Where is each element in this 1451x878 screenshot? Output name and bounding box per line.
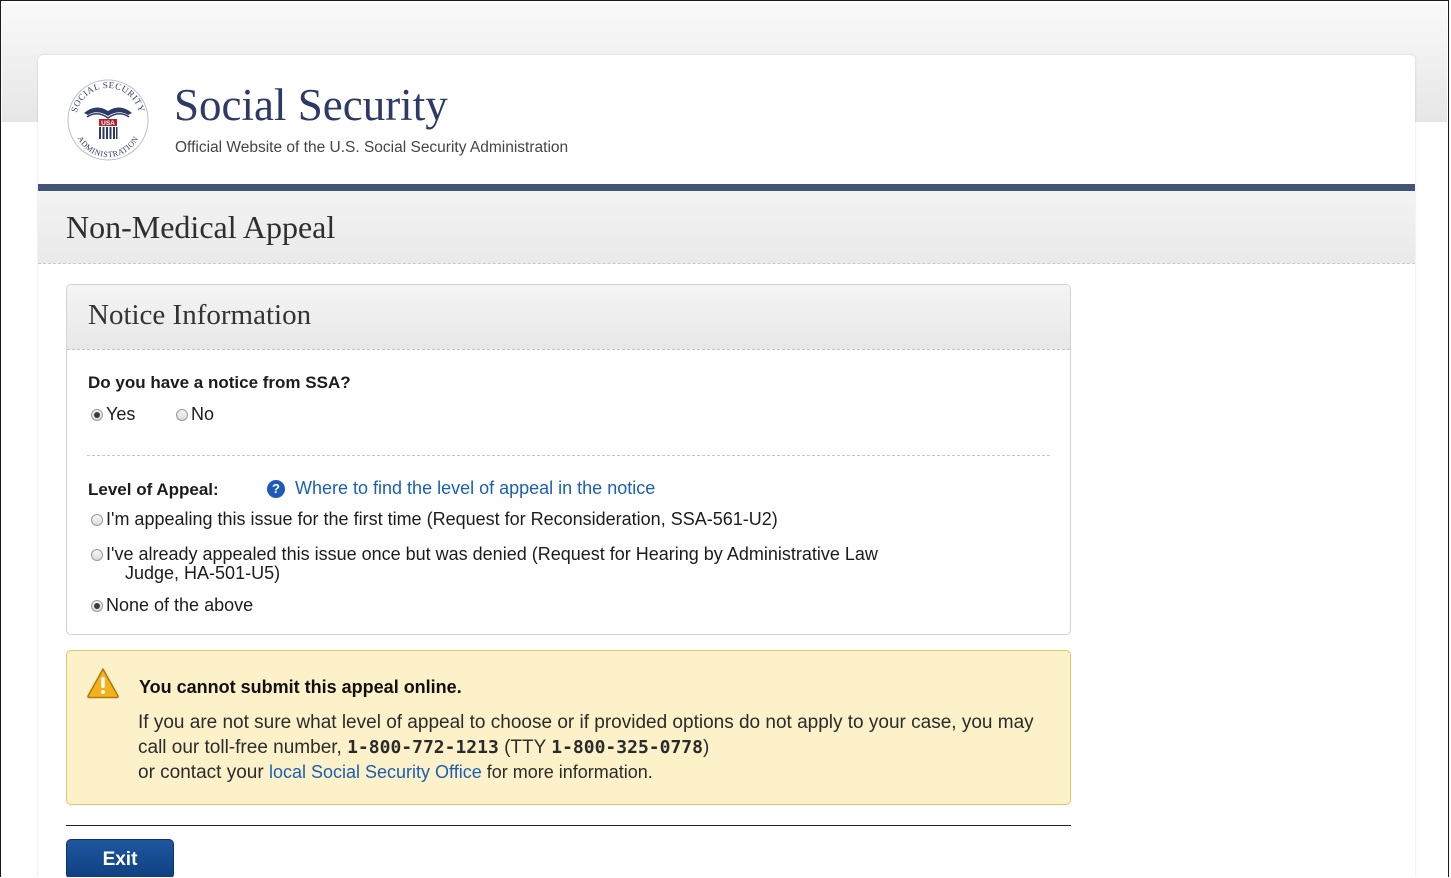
appeal-none-option[interactable]: None of the above xyxy=(91,595,253,616)
level-of-appeal-label: Level of Appeal: xyxy=(88,480,219,499)
notice-question-label: Do you have a notice from SSA? xyxy=(88,373,351,392)
toll-free-phone: 1-800-772-1213 xyxy=(347,737,499,758)
appeal-first-time-radio[interactable] xyxy=(91,513,103,526)
ssa-seal-icon: SOCIAL SECURITY ADMINISTRATION USA xyxy=(67,79,149,161)
exit-button[interactable]: Exit xyxy=(66,839,174,877)
page-card: SOCIAL SECURITY ADMINISTRATION USA Socia… xyxy=(38,55,1415,877)
site-title: Social Security xyxy=(174,80,448,130)
appeal-already-denied-label-line2: Judge, HA-501-U5) xyxy=(125,563,281,583)
appeal-already-denied-option[interactable]: I've already appealed this issue once bu… xyxy=(91,545,878,583)
alert-body: If you are not sure what level of appeal… xyxy=(138,710,1048,785)
appeal-first-time-option[interactable]: I'm appealing this issue for the first t… xyxy=(91,509,778,530)
notice-yes-option[interactable]: Yes xyxy=(91,404,135,425)
notice-no-radio[interactable] xyxy=(176,408,188,421)
appeal-already-denied-label-line1: I've already appealed this issue once bu… xyxy=(106,544,878,564)
warning-alert: You cannot submit this appeal online. If… xyxy=(66,650,1071,805)
page-title: Non-Medical Appeal xyxy=(66,209,336,245)
site-subtitle: Official Website of the U.S. Social Secu… xyxy=(175,139,569,156)
svg-text:USA: USA xyxy=(101,120,115,127)
site-header: SOCIAL SECURITY ADMINISTRATION USA Socia… xyxy=(38,55,1415,191)
panel-header: Notice Information xyxy=(67,285,1070,350)
help-link-text[interactable]: Where to find the level of appeal in the… xyxy=(295,478,655,499)
warning-triangle-icon xyxy=(87,668,119,699)
question-circle-icon: ? xyxy=(267,479,285,498)
panel-title: Notice Information xyxy=(88,299,312,331)
appeal-already-denied-label: I've already appealed this issue once bu… xyxy=(106,545,878,583)
tty-prefix: (TTY xyxy=(498,737,552,758)
level-of-appeal-help-link[interactable]: ? Where to find the level of appeal in t… xyxy=(267,478,655,499)
notice-yes-label: Yes xyxy=(106,404,136,424)
notice-no-option[interactable]: No xyxy=(176,404,214,425)
actions-divider xyxy=(66,825,1071,826)
notice-no-label: No xyxy=(191,404,215,424)
appeal-first-time-label: I'm appealing this issue for the first t… xyxy=(106,509,778,529)
browser-frame: SOCIAL SECURITY ADMINISTRATION USA Socia… xyxy=(0,0,1449,877)
appeal-already-denied-radio[interactable] xyxy=(91,549,103,561)
alert-body-contact: or contact your xyxy=(138,762,269,783)
alert-title: You cannot submit this appeal online. xyxy=(139,677,462,697)
notice-information-panel: Notice Information Do you have a notice … xyxy=(66,284,1071,635)
page-title-bar: Non-Medical Appeal xyxy=(38,191,1415,264)
header-divider xyxy=(38,184,1415,191)
tty-suffix: ) xyxy=(702,737,710,758)
tty-phone: 1-800-325-0778 xyxy=(551,737,703,758)
alert-body-end: for more information. xyxy=(481,762,653,782)
appeal-none-radio[interactable] xyxy=(91,599,103,612)
local-office-link[interactable]: local Social Security Office xyxy=(269,762,482,782)
appeal-none-label: None of the above xyxy=(106,595,254,615)
notice-yes-radio[interactable] xyxy=(91,408,103,421)
section-divider xyxy=(87,455,1050,456)
